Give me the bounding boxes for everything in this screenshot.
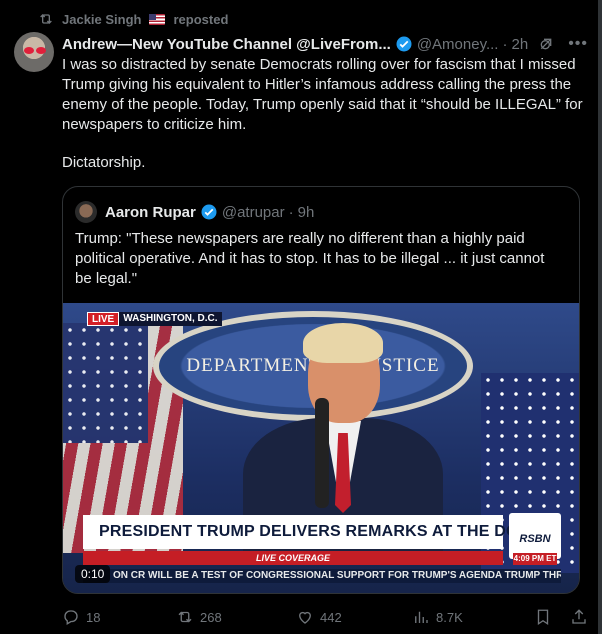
broadcast-clock: 4:09 PM ET	[513, 553, 557, 565]
scrollbar-edge	[598, 0, 602, 634]
location-label: WASHINGTON, D.C.	[119, 312, 222, 326]
grok-icon[interactable]	[538, 35, 554, 53]
verified-badge-icon	[201, 204, 217, 220]
video-player[interactable]: DEPARTMENT OF JUSTICE LIVE WASHINGTON, D…	[63, 303, 579, 593]
repost-label: reposted	[173, 11, 229, 27]
live-badge: LIVE WASHINGTON, D.C.	[87, 312, 222, 326]
tweet-body: I was so distracted by senate Democrats …	[62, 55, 584, 173]
analytics-icon	[415, 611, 428, 623]
news-ticker: ON CR WILL BE A TEST OF CONGRESSIONAL SU…	[83, 569, 561, 583]
quote-text: Trump: "These newspapers are really no d…	[75, 230, 545, 287]
repost-icon	[40, 14, 52, 24]
like-count: 442	[320, 609, 342, 625]
network-logo: RSBN 4:09 PM ET	[509, 513, 561, 565]
tweet-text-paragraph: Dictatorship.	[62, 154, 146, 171]
separator-dot: ·	[288, 203, 294, 221]
tweet-time[interactable]: 2h	[511, 36, 528, 53]
quote-author-name[interactable]: Aaron Rupar	[105, 204, 196, 221]
tweet-header: Andrew—New YouTube Channel @LiveFrom... …	[62, 34, 588, 54]
live-label: LIVE	[87, 312, 120, 326]
microphone-image	[315, 398, 329, 508]
quoted-tweet[interactable]: Aaron Rupar @atrupar · 9h Trump: "These …	[62, 186, 580, 594]
video-headline: PRESIDENT TRUMP DELIVERS REMARKS AT THE …	[83, 515, 528, 549]
view-count: 8.7K	[436, 609, 463, 625]
speaker-figure	[243, 323, 443, 558]
verified-badge-icon	[396, 36, 412, 52]
reply-button[interactable]: 18	[62, 608, 176, 626]
bookmark-icon[interactable]	[534, 608, 552, 626]
share-icon[interactable]	[570, 608, 588, 626]
repost-context: Jackie Singh reposted	[38, 11, 228, 27]
repost-button[interactable]: 268	[176, 608, 296, 626]
quote-author-handle[interactable]: @atrupar	[222, 204, 285, 221]
heart-icon	[299, 611, 311, 624]
repost-icon	[178, 611, 192, 623]
quote-header: Aaron Rupar @atrupar · 9h	[75, 201, 314, 223]
live-coverage-bar: LIVE COVERAGE	[83, 551, 503, 565]
us-flag-icon	[149, 13, 166, 25]
repost-count: 268	[200, 609, 222, 625]
author-handle[interactable]: @Amoney...	[417, 36, 499, 53]
author-name[interactable]: Andrew—New YouTube Channel @LiveFrom...	[62, 36, 391, 53]
quote-author-avatar[interactable]	[75, 201, 97, 223]
network-name: RSBN	[519, 533, 551, 545]
separator-dot: ·	[502, 35, 508, 53]
tweet-text-paragraph: I was so distracted by senate Democrats …	[62, 56, 583, 133]
author-avatar[interactable]	[14, 32, 54, 72]
like-button[interactable]: 442	[296, 608, 412, 626]
more-options-icon[interactable]: •••	[568, 35, 588, 53]
repost-user[interactable]: Jackie Singh	[62, 12, 141, 27]
video-duration: 0:10	[75, 565, 111, 583]
quote-time[interactable]: 9h	[298, 204, 315, 221]
views-button[interactable]: 8.7K	[412, 608, 508, 626]
tweet-actions: 18 268 442 8.7K	[62, 606, 588, 628]
reply-count: 18	[86, 609, 101, 625]
reply-icon	[64, 610, 78, 625]
